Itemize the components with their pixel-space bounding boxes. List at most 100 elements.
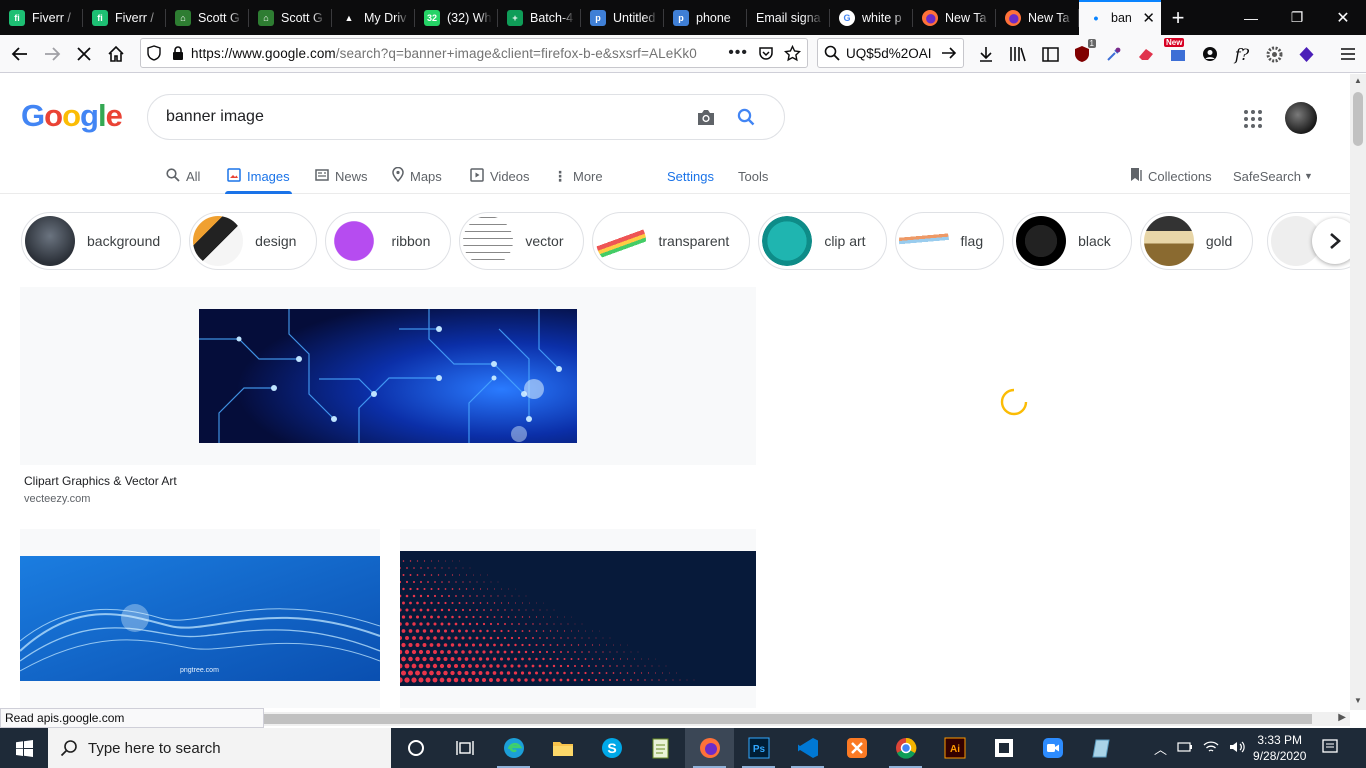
related-search-chip[interactable]: transparent	[592, 212, 751, 270]
browser-tab[interactable]: Email signa	[747, 0, 830, 35]
settings-link[interactable]: Settings	[667, 158, 714, 194]
skype-icon[interactable]: S	[587, 728, 636, 768]
scroll-up-icon[interactable]: ▲	[1354, 76, 1362, 85]
battery-icon[interactable]	[1177, 741, 1193, 756]
image-result[interactable]	[20, 287, 756, 465]
safesearch-dropdown[interactable]: SafeSearch ▼	[1233, 158, 1313, 194]
tab-maps[interactable]: Maps	[392, 158, 442, 194]
browser-tab[interactable]: ⌂ Scott G	[249, 0, 332, 35]
browser-tab[interactable]: Gwhite p	[830, 0, 913, 35]
related-search-chip[interactable]: ribbon	[325, 212, 452, 270]
fontfinder-button[interactable]: f?	[1226, 38, 1258, 70]
task-view-icon[interactable]	[440, 728, 489, 768]
back-button[interactable]	[4, 38, 36, 70]
browser-tab[interactable]: p phone	[664, 0, 747, 35]
new-tab-button[interactable]: +	[1161, 0, 1195, 35]
browser-tab[interactable]: fi Fiverr /	[83, 0, 166, 35]
ublock-button[interactable]: 1	[1066, 38, 1098, 70]
tools-link[interactable]: Tools	[738, 158, 768, 194]
chrome-icon[interactable]	[881, 728, 930, 768]
taskbar-search-box[interactable]: Type here to search	[48, 728, 391, 768]
eyedropper-button[interactable]	[1098, 38, 1130, 70]
file-explorer-icon[interactable]	[538, 728, 587, 768]
image-result[interactable]: pngtree.com	[20, 529, 380, 708]
remote-app-icon[interactable]	[979, 728, 1028, 768]
google-logo[interactable]: Google	[21, 98, 123, 134]
browser-tab[interactable]: New Ta	[913, 0, 996, 35]
edge-icon[interactable]	[489, 728, 538, 768]
horizontal-scroll-thumb[interactable]	[264, 714, 1312, 724]
account-button[interactable]	[1194, 38, 1226, 70]
browser-tab[interactable]: New Ta	[996, 0, 1079, 35]
browser-tab[interactable]: + Batch-4	[498, 0, 581, 35]
chevron-up-icon[interactable]: ︿	[1154, 739, 1167, 758]
sidebar-button[interactable]	[1034, 38, 1066, 70]
settings-extension-button[interactable]	[1258, 38, 1290, 70]
close-tab-icon[interactable]: ✕	[1142, 9, 1155, 27]
related-search-chip[interactable]: black	[1012, 212, 1132, 270]
polygon-extension-button[interactable]	[1290, 38, 1322, 70]
home-button[interactable]	[100, 38, 132, 70]
photoshop-icon[interactable]: Ps	[734, 728, 783, 768]
tab-videos[interactable]: Videos	[470, 158, 530, 194]
related-search-chip[interactable]: vector	[459, 212, 585, 270]
camera-icon[interactable]	[686, 97, 726, 137]
browser-tab[interactable]: p Untitled	[581, 0, 664, 35]
xampp-icon[interactable]	[832, 728, 881, 768]
new-extension-button[interactable]: New	[1162, 38, 1194, 70]
browser-tab-active[interactable]: • ban ✕	[1079, 0, 1161, 35]
windows-start-button[interactable]	[0, 728, 48, 768]
eraser-extension-button[interactable]	[1130, 38, 1162, 70]
stop-button[interactable]	[68, 38, 100, 70]
downloads-button[interactable]	[970, 38, 1002, 70]
google-search-box[interactable]: banner image	[147, 94, 785, 140]
result-title[interactable]: Clipart Graphics & Vector Art	[24, 474, 177, 488]
url-bar[interactable]: https://www.google.com/search?q=banner+i…	[140, 38, 808, 68]
volume-icon[interactable]	[1229, 740, 1245, 757]
tab-images[interactable]: Images	[225, 158, 292, 194]
circuit-banner-image[interactable]	[199, 309, 577, 443]
tab-all[interactable]: All	[166, 158, 200, 194]
chips-next-button[interactable]	[1312, 218, 1350, 264]
restore-button[interactable]: ❐	[1274, 0, 1320, 35]
page-actions-icon[interactable]: •••	[728, 44, 748, 62]
result-source[interactable]: vecteezy.com	[24, 493, 90, 505]
google-apps-icon[interactable]	[1240, 106, 1266, 132]
browser-tab[interactable]: 32 (32) Wh	[415, 0, 498, 35]
avatar[interactable]	[1285, 102, 1317, 134]
wifi-icon[interactable]	[1203, 740, 1219, 757]
related-search-chip[interactable]: design	[189, 212, 318, 270]
notes-icon[interactable]	[1077, 728, 1126, 768]
vscode-icon[interactable]	[783, 728, 832, 768]
image-result[interactable]	[400, 529, 756, 708]
notifications-icon[interactable]	[1322, 738, 1339, 758]
minimize-button[interactable]: —	[1228, 0, 1274, 35]
blue-wave-banner-image[interactable]: pngtree.com	[20, 556, 380, 681]
vertical-scrollbar[interactable]: ▲ ▼	[1350, 74, 1366, 710]
search-bar[interactable]: UQ$5d%2OAI	[817, 38, 964, 68]
search-submit-icon[interactable]	[726, 97, 766, 137]
cortana-icon[interactable]	[391, 728, 440, 768]
tab-more[interactable]: ⋮ More	[553, 158, 603, 194]
library-button[interactable]	[1002, 38, 1034, 70]
illustrator-icon[interactable]: Ai	[930, 728, 979, 768]
halftone-banner-image[interactable]	[400, 551, 756, 686]
collections-link[interactable]: Collections	[1130, 158, 1212, 194]
tab-news[interactable]: News	[315, 158, 368, 194]
related-search-chip[interactable]: gold	[1139, 212, 1254, 270]
scroll-right-icon[interactable]: ▶	[1338, 712, 1346, 723]
menu-button[interactable]	[1332, 38, 1364, 70]
horizontal-scrollbar[interactable]: ▶	[264, 712, 1350, 726]
scroll-down-icon[interactable]: ▼	[1354, 696, 1362, 705]
related-search-chip[interactable]: flag	[894, 212, 1005, 270]
browser-tab[interactable]: ▲ My Driv	[332, 0, 415, 35]
related-search-chip[interactable]: background	[21, 212, 182, 270]
clock[interactable]: 3:33 PM 9/28/2020	[1253, 732, 1306, 764]
zoom-icon[interactable]	[1028, 728, 1077, 768]
firefox-icon[interactable]	[685, 728, 734, 768]
browser-tab[interactable]: fi Fiverr /	[0, 0, 83, 35]
close-window-button[interactable]: ✕	[1320, 0, 1366, 35]
related-search-chip[interactable]: clip art	[758, 212, 887, 270]
vertical-scroll-thumb[interactable]	[1353, 92, 1363, 146]
notepad-icon[interactable]	[636, 728, 685, 768]
